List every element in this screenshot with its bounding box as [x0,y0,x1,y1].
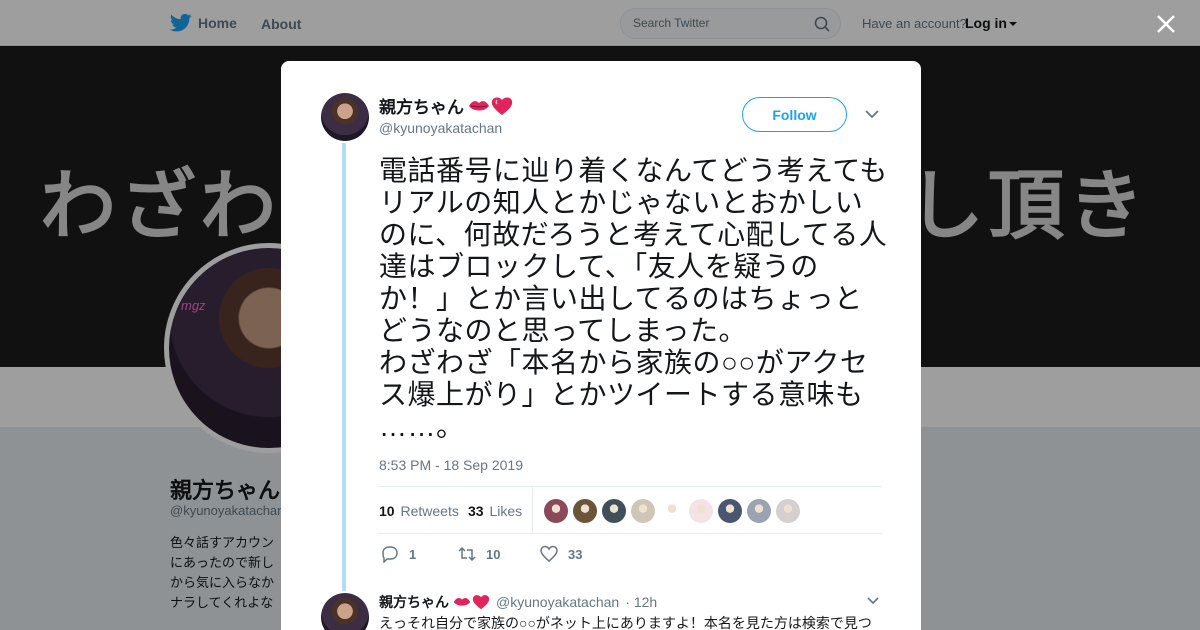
heart-emoji-icon [491,96,513,115]
close-icon[interactable] [1154,12,1178,36]
reply-author-handle: @kyunoyakatachan [496,594,620,610]
like-action[interactable]: 33 [540,545,582,563]
liker-avatar[interactable] [747,499,771,523]
reply-author-row[interactable]: 親方ちゃん @kyunoyakatachan · 12h [379,592,657,612]
reply-text: えっそれ自分で家族の○○がネット上にありますよ！本名を見た方は検索で見つ [379,615,872,630]
reply-icon [382,546,398,563]
tweet-text-line: リアルの知人とかじゃないとおかしい [379,187,864,218]
liker-avatar[interactable] [544,499,568,523]
liker-avatar[interactable] [718,499,742,523]
chevron-down-icon[interactable] [867,597,879,605]
like-count: 33 [568,546,583,562]
tweet-actions: 1 10 33 [381,545,681,567]
stats-divider [532,487,533,534]
tweet-text-line: 達はブロックして、「友人を疑うの [379,251,819,282]
tweet-stats: 10 Retweets 33 Likes [378,486,882,534]
heart-emoji-icon [472,595,490,610]
liker-avatar[interactable] [631,499,655,523]
reply-separator: · [625,594,630,610]
author-name-row[interactable]: 親方ちゃん [379,93,513,118]
tweet-text-line: わざわざ「本名から家族の○○がアクセ [379,347,869,378]
reply-action[interactable]: 1 [381,545,416,563]
tweet-modal: 親方ちゃん @kyunoyakatachan Follow 電話番号に辿り着くな… [281,61,921,630]
tweet-text-line: のに、何故だろうと考えて心配してる人 [379,219,888,250]
liker-avatar[interactable] [776,499,800,523]
likes-count: 33 [468,503,484,519]
tweet-text-line: 電話番号に辿り着くなんてどう考えても [379,155,888,186]
heart-icon [540,545,558,562]
retweets-count: 10 [379,503,395,519]
lips-emoji-icon [469,100,489,110]
retweets-label: Retweets [400,503,459,519]
lips-emoji-icon [453,598,471,606]
reply-tweet[interactable]: 親方ちゃん @kyunoyakatachan · 12h えっそれ自分で家族の○… [321,591,921,630]
liker-avatar[interactable] [573,499,597,523]
likes-label: Likes [489,503,523,519]
tweet-text-line: か！」とか言い出してるのはちょっと [379,283,863,314]
likes-stat[interactable]: 33 Likes [468,503,522,519]
retweet-action[interactable]: 10 [458,545,500,563]
author-handle[interactable]: @kyunoyakatachan [379,120,502,136]
follow-button[interactable]: Follow [742,97,847,132]
author-name: 親方ちゃん [379,98,464,117]
thread-line [342,143,346,591]
retweets-stat[interactable]: 10 Retweets [379,503,459,519]
reply-count: 1 [409,546,417,562]
reply-time[interactable]: 12h [634,594,657,610]
retweet-icon [458,546,476,562]
reply-author-name: 親方ちゃん [379,594,449,610]
retweet-count: 10 [486,546,501,562]
liker-avatar[interactable] [689,499,713,523]
liker-avatar[interactable] [660,499,684,523]
chevron-down-icon[interactable] [865,109,879,119]
liker-avatar[interactable] [602,499,626,523]
author-avatar[interactable] [321,93,369,141]
tweet-text-line: ……。 [379,411,465,442]
tweet-text-line: ス爆上がり」とかツイートする意味も [379,379,864,410]
tweet-text-line: どうなのと思ってしまった。 [379,315,747,346]
reply-author-avatar[interactable] [321,593,369,630]
tweet-text: 電話番号に辿り着くなんてどう考えても リアルの知人とかじゃないとおかしい のに、… [379,155,889,443]
tweet-timestamp[interactable]: 8:53 PM - 18 Sep 2019 [379,457,523,473]
